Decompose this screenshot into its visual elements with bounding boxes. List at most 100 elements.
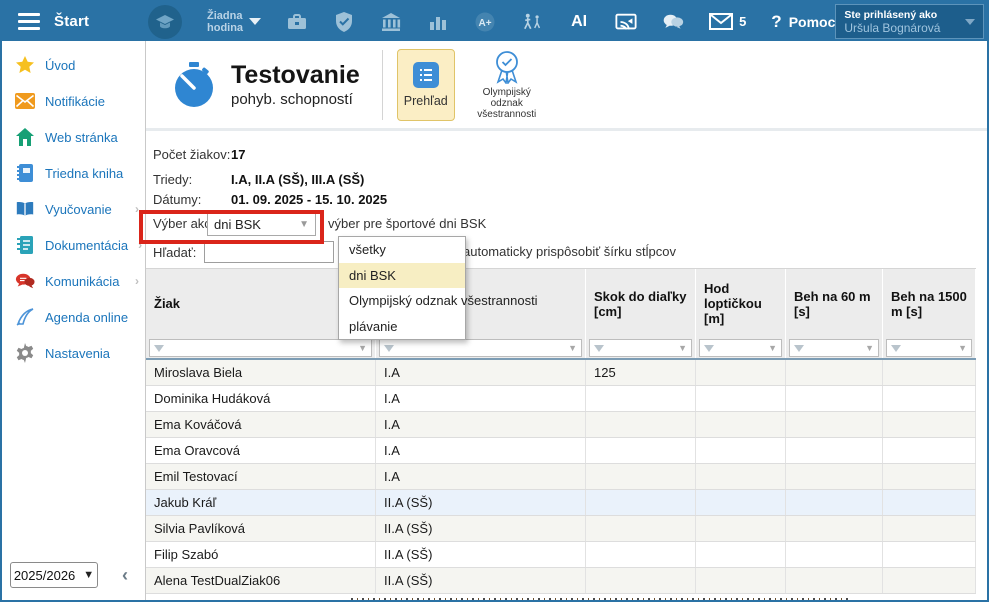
result-cell[interactable] [883,412,976,437]
column-filter[interactable]: ▼ [149,339,372,357]
result-cell[interactable] [696,412,786,437]
result-cell[interactable] [696,490,786,515]
cast-screen-icon[interactable] [615,11,637,33]
result-cell[interactable] [786,516,883,541]
student-name-cell[interactable]: Alena TestDualZiak06 [146,568,376,593]
attendance-walking-icon[interactable] [521,11,543,33]
column-header[interactable]: Beh na 60 m [s] [786,269,883,338]
table-row[interactable]: Emil TestovacíI.A [146,464,976,490]
class-cell[interactable]: I.A [376,412,586,437]
result-cell[interactable] [586,490,696,515]
table-row[interactable]: Miroslava BielaI.A125 [146,360,976,386]
result-cell[interactable] [586,412,696,437]
ai-button[interactable]: AI [568,11,590,33]
result-cell[interactable] [586,568,696,593]
start-button[interactable]: Štart [54,13,89,30]
bar-chart-icon[interactable] [427,11,449,33]
result-cell[interactable] [883,516,976,541]
graduation-cap-icon[interactable] [148,5,182,39]
result-cell[interactable] [786,386,883,411]
result-cell[interactable] [696,386,786,411]
help-button[interactable]: ? Pomoc [771,12,835,32]
table-row[interactable]: Silvia PavlíkováII.A (SŠ) [146,516,976,542]
hamburger-menu-icon[interactable] [18,13,40,30]
class-cell[interactable]: I.A [376,386,586,411]
sidebar-item-triedna-kniha[interactable]: Triedna kniha [2,155,145,191]
grades-aplus-icon[interactable]: A+ [474,11,496,33]
column-filter[interactable]: ▼ [379,339,582,357]
result-cell[interactable] [696,464,786,489]
class-cell[interactable]: I.A [376,464,586,489]
current-lesson-dropdown[interactable]: Žiadna hodina [207,10,261,34]
student-name-cell[interactable]: Jakub Kráľ [146,490,376,515]
sidebar-item-notifik-cie[interactable]: Notifikácie [2,83,145,119]
table-row[interactable]: Dominika HudákováI.A [146,386,976,412]
result-cell[interactable] [883,360,976,385]
sidebar-item--vod[interactable]: Úvod [2,47,145,83]
sidebar-item-nastavenia[interactable]: Nastavenia [2,335,145,371]
column-filter[interactable]: ▼ [789,339,879,357]
result-cell[interactable] [786,438,883,463]
sidebar-item-vyu-ovanie[interactable]: Vyučovanie› [2,191,145,227]
search-input[interactable] [204,241,334,263]
result-cell[interactable] [883,464,976,489]
class-cell[interactable]: II.A (SŠ) [376,490,586,515]
table-row[interactable]: Filip SzabóII.A (SŠ) [146,542,976,568]
action-select[interactable]: dni BSK ▼ [207,212,316,236]
class-cell[interactable]: II.A (SŠ) [376,516,586,541]
sidebar-collapse-button[interactable]: ‹ [122,565,128,586]
result-cell[interactable] [696,568,786,593]
sidebar-item-komunik-cia[interactable]: Komunikácia› [2,263,145,299]
account-menu[interactable]: Ste prihlásený ako Uršula Bognárová [835,4,984,39]
table-row[interactable]: Alena TestDualZiak06II.A (SŠ) [146,568,976,594]
result-cell[interactable] [786,360,883,385]
student-name-cell[interactable]: Ema Kováčová [146,412,376,437]
institution-icon[interactable] [380,11,402,33]
column-filter[interactable]: ▼ [699,339,782,357]
class-cell[interactable]: II.A (SŠ) [376,542,586,567]
dropdown-option[interactable]: všetky [339,237,465,263]
autofit-columns-label[interactable]: automaticky prispôsobiť šírku stĺpcov [463,244,676,259]
result-cell[interactable] [586,542,696,567]
sidebar-item-dokument-cia[interactable]: Dokumentácia› [2,227,145,263]
result-cell[interactable] [786,568,883,593]
result-cell[interactable] [786,542,883,567]
result-cell[interactable] [883,568,976,593]
result-cell[interactable] [586,386,696,411]
column-header[interactable]: Beh na 1500 m [s] [883,269,976,338]
table-row[interactable]: Ema OravcováI.A [146,438,976,464]
result-cell[interactable] [586,464,696,489]
column-filter[interactable]: ▼ [589,339,692,357]
student-name-cell[interactable]: Dominika Hudáková [146,386,376,411]
result-cell[interactable] [883,438,976,463]
class-cell[interactable]: I.A [376,438,586,463]
result-cell[interactable] [786,412,883,437]
dropdown-option[interactable]: plávanie [339,314,465,340]
column-filter[interactable]: ▼ [886,339,972,357]
sidebar-item-web-str-nka[interactable]: Web stránka [2,119,145,155]
result-cell[interactable] [586,516,696,541]
result-cell[interactable] [883,490,976,515]
table-row[interactable]: Ema KováčováI.A [146,412,976,438]
dropdown-option[interactable]: Olympijský odznak všestrannosti [339,288,465,314]
briefcase-icon[interactable] [286,11,308,33]
shield-check-icon[interactable] [333,11,355,33]
column-header[interactable]: Skok do diaľky [cm] [586,269,696,338]
student-name-cell[interactable]: Filip Szabó [146,542,376,567]
result-cell[interactable]: 125 [586,360,696,385]
student-name-cell[interactable]: Ema Oravcová [146,438,376,463]
student-name-cell[interactable]: Emil Testovací [146,464,376,489]
column-header[interactable]: Hod loptičkou [m] [696,269,786,338]
result-cell[interactable] [586,438,696,463]
result-cell[interactable] [883,386,976,411]
student-name-cell[interactable]: Silvia Pavlíková [146,516,376,541]
result-cell[interactable] [883,542,976,567]
tab-overview[interactable]: Prehľad [397,49,455,121]
messages-button[interactable]: 5 [709,13,746,30]
table-row[interactable]: Jakub KráľII.A (SŠ) [146,490,976,516]
result-cell[interactable] [786,464,883,489]
class-cell[interactable]: I.A [376,360,586,385]
result-cell[interactable] [786,490,883,515]
student-name-cell[interactable]: Miroslava Biela [146,360,376,385]
tab-olympic-badge[interactable]: Olympijský odznak všestrannosti [469,47,545,123]
